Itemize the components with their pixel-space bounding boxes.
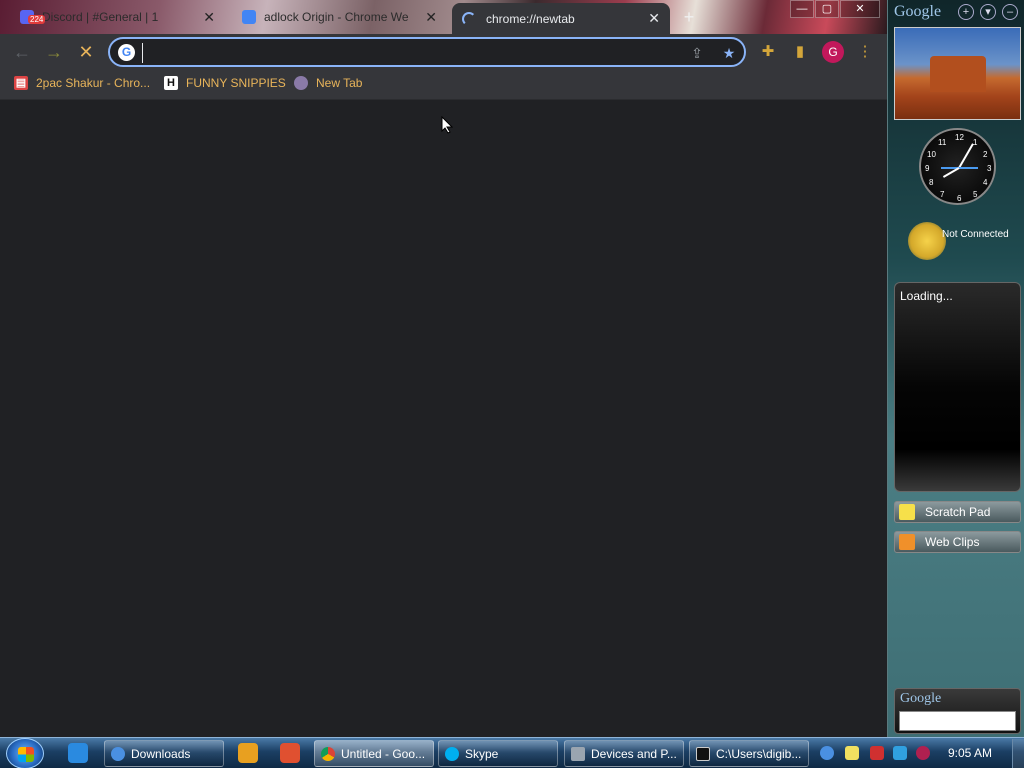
sidebar-google-logo: Google bbox=[894, 3, 942, 20]
clock-gadget: 12 1 2 3 4 5 6 7 8 9 10 11 bbox=[919, 128, 996, 205]
h-logo-icon: H bbox=[164, 76, 178, 90]
media-player-icon[interactable] bbox=[238, 743, 258, 763]
new-tab-button[interactable]: + bbox=[678, 6, 700, 28]
taskbar-item-devices[interactable]: Devices and P... bbox=[564, 740, 684, 767]
tab-title: adlock Origin - Chrome We bbox=[264, 10, 409, 24]
close-tab-icon[interactable]: ✕ bbox=[203, 9, 215, 26]
show-desktop-button[interactable] bbox=[1012, 739, 1024, 768]
omnibox[interactable]: G ⇪ ★ bbox=[108, 37, 746, 67]
taskbar-item-chrome[interactable]: Untitled - Goo... bbox=[314, 740, 434, 767]
web-clips-gadget[interactable]: Web Clips bbox=[894, 531, 1021, 553]
close-window-button[interactable]: ✕ bbox=[840, 0, 880, 18]
profile-avatar[interactable]: G bbox=[822, 41, 844, 63]
weather-status: Not Connected bbox=[942, 229, 1009, 240]
taskbar-item-cmd[interactable]: C:\Users\digib... bbox=[689, 740, 809, 767]
back-button[interactable]: ← bbox=[10, 40, 34, 64]
start-button[interactable] bbox=[6, 738, 44, 768]
google-search-input[interactable] bbox=[899, 711, 1016, 731]
news-gadget[interactable]: Loading... bbox=[894, 282, 1021, 492]
tray-network-icon[interactable] bbox=[893, 746, 907, 760]
app-launcher-icon[interactable] bbox=[280, 743, 300, 763]
taskbar-item-skype[interactable]: Skype bbox=[438, 740, 558, 767]
extensions-puzzle-icon[interactable]: ✚ bbox=[758, 42, 778, 62]
tab-strip: 224 Discord | #General | 1 ✕ adlock Orig… bbox=[0, 0, 887, 34]
bookmark-label: FUNNY SNIPPIES bbox=[186, 76, 286, 90]
bookmarks-bar: ▤ 2pac Shakur - Chro... H FUNNY SNIPPIES… bbox=[0, 70, 887, 100]
loading-text: Loading... bbox=[900, 289, 953, 303]
search-gadget-logo: Google bbox=[900, 691, 942, 706]
notepad-icon bbox=[899, 504, 915, 520]
minimize-button[interactable]: — bbox=[790, 0, 814, 18]
tab-title: chrome://newtab bbox=[486, 11, 575, 26]
add-gadget-icon[interactable]: + bbox=[958, 4, 974, 20]
tab-discord[interactable]: 224 Discord | #General | 1 ✕ bbox=[10, 3, 225, 31]
sidebar-menu-icon[interactable]: ▾ bbox=[980, 4, 996, 20]
printer-icon bbox=[571, 746, 585, 761]
tray-volume-icon[interactable] bbox=[916, 746, 930, 760]
close-tab-icon[interactable]: ✕ bbox=[425, 9, 437, 26]
desert-butte-image bbox=[930, 56, 986, 92]
bookmark-2pac[interactable]: ▤ 2pac Shakur - Chro... bbox=[14, 76, 150, 90]
taskbar: Downloads Untitled - Goo... Skype Device… bbox=[0, 737, 1024, 768]
tab-newtab[interactable]: chrome://newtab ✕ bbox=[452, 3, 670, 34]
bookmark-label: 2pac Shakur - Chro... bbox=[36, 76, 151, 90]
folder-icon bbox=[111, 746, 125, 761]
windows-logo-icon bbox=[18, 747, 34, 762]
bookmark-label: New Tab bbox=[316, 76, 363, 90]
globe-icon bbox=[294, 76, 308, 90]
internet-explorer-icon[interactable] bbox=[68, 743, 88, 763]
google-search-gadget: Google bbox=[894, 688, 1021, 734]
bookmark-star-icon[interactable]: ★ bbox=[720, 44, 738, 62]
maximize-button[interactable]: ▢ bbox=[815, 0, 839, 18]
menu-kebab-icon[interactable]: ⋮ bbox=[855, 42, 875, 62]
address-input[interactable] bbox=[142, 43, 672, 63]
store-icon: ▤ bbox=[14, 76, 28, 90]
command-prompt-icon bbox=[696, 746, 710, 761]
minute-hand bbox=[958, 143, 974, 169]
tray-notes-icon[interactable] bbox=[845, 746, 859, 760]
rss-icon bbox=[899, 534, 915, 550]
chrome-icon bbox=[321, 746, 335, 761]
taskbar-item-downloads[interactable]: Downloads bbox=[104, 740, 224, 767]
google-icon: G bbox=[118, 44, 135, 61]
tab-title: Discord | #General | 1 bbox=[42, 10, 159, 24]
side-panel-icon[interactable]: ▮ bbox=[790, 42, 810, 62]
toolbar: ← → ✕ G ⇪ ★ ✚ ▮ G ⋮ bbox=[0, 34, 887, 70]
skype-icon bbox=[445, 746, 459, 761]
weather-sun-icon bbox=[908, 222, 946, 260]
scratch-pad-gadget[interactable]: Scratch Pad bbox=[894, 501, 1021, 523]
bookmark-funny-snippies[interactable]: H FUNNY SNIPPIES bbox=[164, 76, 286, 90]
bookmark-new-tab[interactable]: New Tab bbox=[294, 76, 362, 90]
chrome-window: 224 Discord | #General | 1 ✕ adlock Orig… bbox=[0, 0, 887, 737]
mouse-cursor-icon bbox=[441, 116, 453, 134]
photo-gadget[interactable] bbox=[894, 27, 1021, 120]
tray-flag-icon[interactable] bbox=[870, 746, 884, 760]
screen: 224 Discord | #General | 1 ✕ adlock Orig… bbox=[0, 0, 1024, 768]
notification-badge: 224 bbox=[28, 15, 46, 24]
system-clock[interactable]: 9:05 AM bbox=[948, 746, 992, 760]
forward-button[interactable]: → bbox=[42, 40, 66, 64]
share-icon[interactable]: ⇪ bbox=[688, 44, 706, 62]
collapse-sidebar-icon[interactable]: – bbox=[1002, 4, 1018, 20]
tab-adlock[interactable]: adlock Origin - Chrome We ✕ bbox=[232, 3, 447, 31]
tray-chrome-icon[interactable] bbox=[820, 746, 834, 760]
chrome-store-favicon-icon bbox=[242, 10, 256, 24]
loading-spinner-icon bbox=[462, 11, 476, 26]
stop-loading-button[interactable]: ✕ bbox=[74, 40, 98, 64]
page-content bbox=[0, 101, 887, 737]
google-sidebar: Google + ▾ – 12 1 2 3 4 5 6 7 8 9 10 11 … bbox=[887, 0, 1024, 737]
close-tab-icon[interactable]: ✕ bbox=[648, 10, 660, 27]
